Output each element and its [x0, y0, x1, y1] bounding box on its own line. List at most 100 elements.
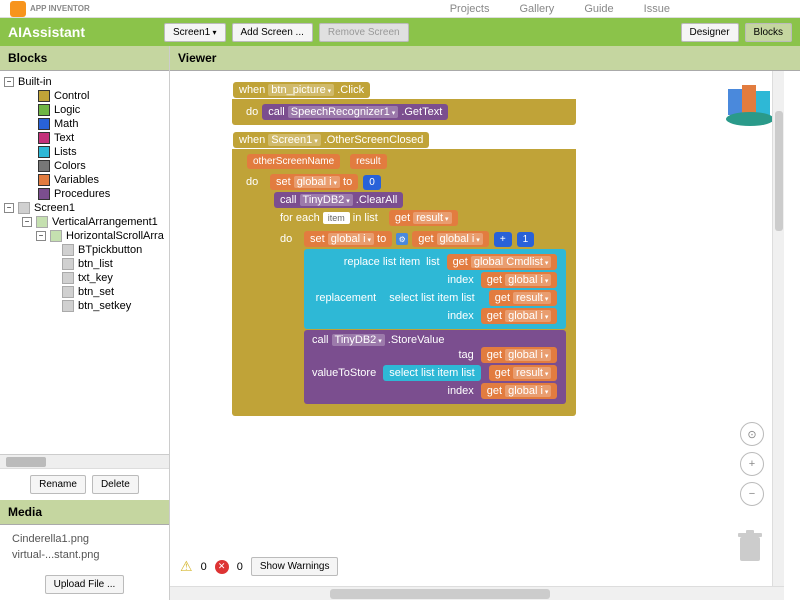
category-color-icon — [38, 188, 50, 200]
media-panel-header: Media — [0, 500, 169, 525]
tree-btn-set[interactable]: btn_set — [4, 285, 165, 299]
call-block[interactable]: callTinyDB2.ClearAll — [274, 192, 403, 208]
tree-label: Screen1 — [34, 202, 75, 214]
param-chip[interactable]: otherScreenName — [247, 154, 340, 169]
replace-list-item-block[interactable]: replace list itemlistgetglobal Cmdlist i… — [304, 249, 566, 329]
number-block[interactable]: 0 — [363, 175, 381, 190]
get-block[interactable]: getglobal i — [481, 347, 558, 363]
remove-screen-button[interactable]: Remove Screen — [319, 23, 409, 42]
tree-logic[interactable]: Logic — [4, 103, 165, 117]
backpack-icon[interactable] — [722, 77, 778, 127]
tree-variables[interactable]: Variables — [4, 173, 165, 187]
get-block[interactable]: getglobal i — [481, 383, 558, 399]
get-block[interactable]: getglobal Cmdlist — [447, 254, 558, 270]
tree-procedures[interactable]: Procedures — [4, 187, 165, 201]
nav-issue[interactable]: Issue — [644, 3, 670, 15]
set-block[interactable]: setglobal ito — [270, 174, 358, 190]
collapse-icon[interactable]: − — [36, 231, 46, 241]
viewer-header: Viewer — [170, 46, 800, 71]
scroll-thumb[interactable] — [6, 457, 46, 467]
main: Blocks −Built-in Control Logic Math Text… — [0, 46, 800, 600]
designer-button[interactable]: Designer — [681, 23, 739, 42]
component-icon — [50, 230, 62, 242]
sidebar: Blocks −Built-in Control Logic Math Text… — [0, 46, 170, 600]
vertical-scrollbar[interactable] — [772, 71, 784, 586]
get-block[interactable]: getglobal i — [412, 231, 489, 247]
nav-projects[interactable]: Projects — [450, 3, 490, 15]
get-block[interactable]: getglobal i — [481, 272, 558, 288]
tree-btpickbutton[interactable]: BTpickbutton — [4, 243, 165, 257]
tree-label: btn_set — [78, 286, 114, 298]
tree-builtin[interactable]: −Built-in — [4, 75, 165, 89]
tree-colors[interactable]: Colors — [4, 159, 165, 173]
math-plus-block[interactable]: + — [494, 232, 512, 247]
title-bar: AIAssistant Screen1 Add Screen ... Remov… — [0, 18, 800, 46]
param-chip[interactable]: result — [350, 154, 386, 169]
do-body-inner[interactable]: dosetglobal ito⚙getglobal i+1 replace li… — [270, 227, 570, 408]
tree-label: Lists — [54, 146, 77, 158]
horizontal-scrollbar[interactable] — [170, 586, 784, 600]
event-block[interactable]: whenScreen1.OtherScreenClosed — [233, 132, 429, 148]
component-icon — [62, 258, 74, 270]
collapse-icon[interactable]: − — [22, 217, 32, 227]
scroll-thumb[interactable] — [775, 111, 783, 231]
show-warnings-button[interactable]: Show Warnings — [251, 557, 339, 576]
component-icon — [62, 286, 74, 298]
rename-button[interactable]: Rename — [30, 475, 86, 494]
tree-math[interactable]: Math — [4, 117, 165, 131]
zoom-out-button[interactable]: − — [740, 482, 764, 506]
tree-horizontal-scroll[interactable]: −HorizontalScrollArra — [4, 229, 165, 243]
media-item[interactable]: virtual-...stant.png — [6, 547, 163, 563]
gear-icon[interactable]: ⚙ — [396, 233, 408, 245]
tree-lists[interactable]: Lists — [4, 145, 165, 159]
zoom-in-button[interactable]: + — [740, 452, 764, 476]
tree-screen1[interactable]: − Screen1 — [4, 201, 165, 215]
tree-text[interactable]: Text — [4, 131, 165, 145]
tree-label: Logic — [54, 104, 80, 116]
nav-gallery[interactable]: Gallery — [519, 3, 554, 15]
select-list-item-block[interactable]: select list itemlist — [383, 290, 481, 306]
component-icon — [62, 272, 74, 284]
component-icon — [62, 300, 74, 312]
event-block[interactable]: whenbtn_picture.Click — [233, 82, 370, 98]
collapse-icon[interactable]: − — [4, 203, 14, 213]
blocks-canvas[interactable]: whenbtn_picture.Click docallSpeechRecogn… — [170, 71, 784, 586]
add-screen-button[interactable]: Add Screen ... — [232, 23, 313, 42]
tree-label: Colors — [54, 160, 86, 172]
tree-control[interactable]: Control — [4, 89, 165, 103]
trash-icon[interactable] — [736, 529, 764, 566]
category-color-icon — [38, 160, 50, 172]
blocks-button[interactable]: Blocks — [745, 23, 792, 42]
tree-vertical-arrangement[interactable]: −VerticalArrangement1 — [4, 215, 165, 229]
media-item[interactable]: Cinderella1.png — [6, 531, 163, 547]
call-storevalue-block[interactable]: callTinyDB2.StoreValue taggetglobal i va… — [304, 330, 566, 404]
scroll-thumb[interactable] — [330, 589, 550, 599]
blocks-panel-header: Blocks — [0, 46, 169, 71]
media-list: Cinderella1.png virtual-...stant.png — [0, 525, 169, 569]
collapse-icon[interactable]: − — [4, 77, 14, 87]
call-block[interactable]: callSpeechRecognizer1.GetText — [262, 104, 448, 120]
tree-btn-setkey[interactable]: btn_setkey — [4, 299, 165, 313]
tree-scrollbar[interactable] — [0, 454, 169, 468]
number-block[interactable]: 1 — [517, 232, 535, 247]
upload-file-button[interactable]: Upload File ... — [45, 575, 125, 594]
do-body[interactable]: otherScreenNameresult dosetglobal ito0 c… — [232, 149, 576, 416]
tree-label: Procedures — [54, 188, 110, 200]
get-block[interactable]: getresult — [489, 365, 558, 381]
blocks-workspace[interactable]: whenbtn_picture.Click docallSpeechRecogn… — [232, 81, 576, 416]
foreach-block[interactable]: for eachitemin list — [274, 210, 384, 226]
set-block[interactable]: setglobal ito — [304, 231, 392, 247]
recenter-button[interactable]: ⊙ — [740, 422, 764, 446]
component-buttons: Rename Delete — [0, 468, 169, 500]
tree-txt-key[interactable]: txt_key — [4, 271, 165, 285]
tree-btn-list[interactable]: btn_list — [4, 257, 165, 271]
select-list-item-block[interactable]: select list itemlist — [383, 365, 481, 381]
get-block[interactable]: getresult — [489, 290, 558, 306]
delete-button[interactable]: Delete — [92, 475, 139, 494]
screen-dropdown[interactable]: Screen1 — [164, 23, 226, 42]
get-block[interactable]: getresult — [389, 210, 458, 226]
nav-guide[interactable]: Guide — [584, 3, 613, 15]
get-block[interactable]: getglobal i — [481, 308, 558, 324]
do-body[interactable]: docallSpeechRecognizer1.GetText — [232, 99, 576, 125]
category-color-icon — [38, 90, 50, 102]
